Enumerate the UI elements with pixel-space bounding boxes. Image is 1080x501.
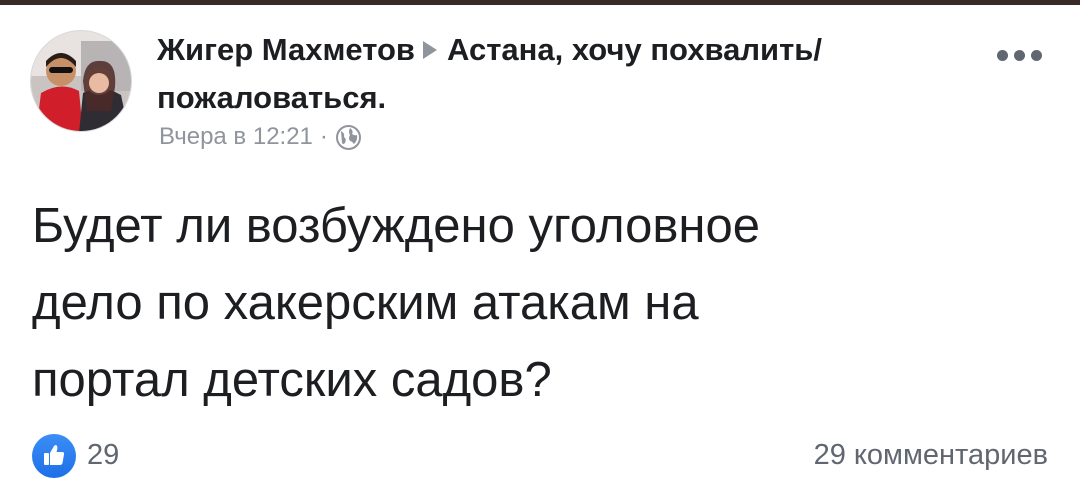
post-text-line: Будет ли возбуждено уголовное xyxy=(32,199,760,253)
more-dot xyxy=(1031,49,1042,61)
meta-separator: · xyxy=(319,123,328,150)
group-arrow-icon xyxy=(423,41,437,59)
top-border xyxy=(0,0,1080,5)
post-meta: Вчера в 12:21 · xyxy=(159,122,362,152)
globe-icon[interactable] xyxy=(335,124,362,151)
post-header: Жигер Махметов Астана, хочу похвалить/ по… xyxy=(157,26,987,122)
post-timestamp[interactable]: Вчера в 12:21 xyxy=(159,122,313,152)
author-name[interactable]: Жигер Махметов xyxy=(157,32,415,67)
like-count[interactable]: 29 xyxy=(87,437,119,473)
avatar[interactable] xyxy=(30,30,132,132)
post-text-line: портал детских садов? xyxy=(32,353,552,407)
like-icon[interactable] xyxy=(32,434,76,478)
more-dot xyxy=(997,49,1008,61)
post-text-line: дело по хакерским атакам на xyxy=(32,276,699,330)
more-dot xyxy=(1014,49,1025,61)
comments-count[interactable]: 29 комментариев xyxy=(814,437,1048,473)
more-dots-icon[interactable] xyxy=(997,48,1045,62)
post-text: Будет ли возбуждено уголовное дело по ха… xyxy=(32,188,1042,419)
